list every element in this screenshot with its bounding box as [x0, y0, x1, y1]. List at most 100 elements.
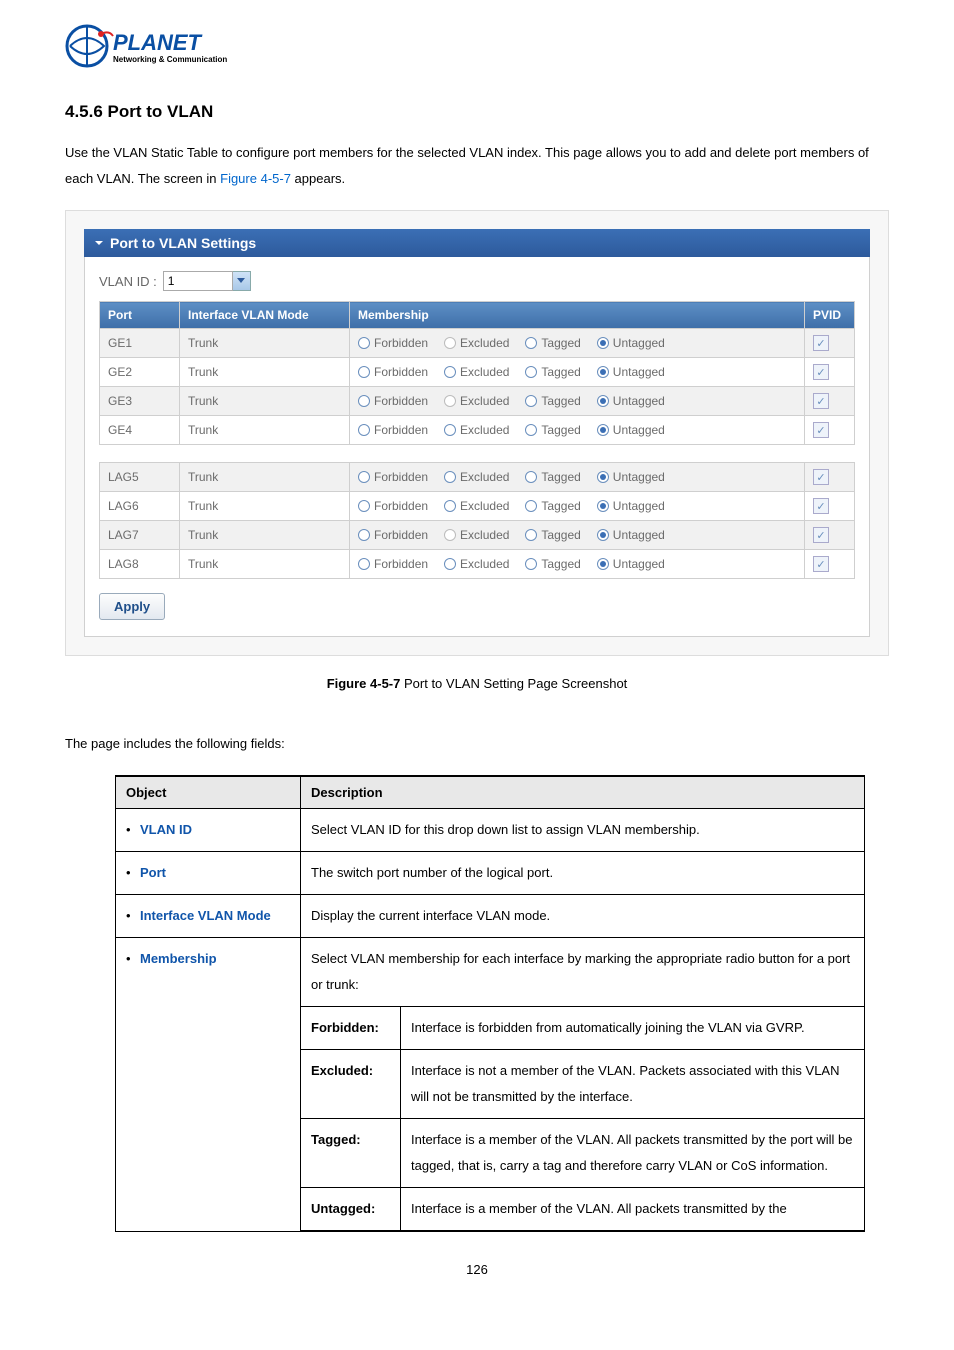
pvid-checkbox[interactable]: ✓: [813, 469, 829, 485]
membership-tagged-radio[interactable]: Tagged: [525, 423, 580, 437]
pvid-checkbox[interactable]: ✓: [813, 393, 829, 409]
membership-excluded-radio[interactable]: Excluded: [444, 470, 509, 484]
cell-membership: Forbidden Excluded Tagged Untagged: [350, 492, 805, 521]
membership-tagged-radio[interactable]: Tagged: [525, 394, 580, 408]
membership-forbidden-radio[interactable]: Forbidden: [358, 528, 428, 542]
membership-sub-desc: Interface is not a member of the VLAN. P…: [401, 1050, 865, 1119]
cell-mode: Trunk: [180, 550, 350, 579]
membership-excluded-radio[interactable]: Excluded: [444, 557, 509, 571]
membership-untagged-radio[interactable]: Untagged: [597, 336, 665, 350]
cell-membership: Forbidden Excluded Tagged Untagged: [350, 358, 805, 387]
desc-intro: The page includes the following fields:: [65, 731, 889, 757]
membership-forbidden-radio[interactable]: Forbidden: [358, 336, 428, 350]
page-number: 126: [65, 1262, 889, 1277]
membership-excluded-radio[interactable]: Excluded: [444, 365, 509, 379]
membership-untagged-radio[interactable]: Untagged: [597, 557, 665, 571]
membership-forbidden-radio[interactable]: Forbidden: [358, 499, 428, 513]
membership-excluded-radio[interactable]: Excluded: [444, 499, 509, 513]
caret-down-icon: [94, 238, 104, 248]
panel-header: Port to VLAN Settings: [84, 229, 870, 257]
pvid-checkbox[interactable]: ✓: [813, 498, 829, 514]
pvid-checkbox[interactable]: ✓: [813, 364, 829, 380]
desc-object: •Interface VLAN Mode: [116, 895, 301, 938]
screenshot-frame: Port to VLAN Settings VLAN ID : Port Int…: [65, 210, 889, 656]
desc-col-object: Object: [116, 776, 301, 809]
membership-tagged-radio[interactable]: Tagged: [525, 336, 580, 350]
cell-mode: Trunk: [180, 521, 350, 550]
cell-membership: Forbidden Excluded Tagged Untagged: [350, 387, 805, 416]
membership-forbidden-radio[interactable]: Forbidden: [358, 394, 428, 408]
pvid-checkbox[interactable]: ✓: [813, 556, 829, 572]
membership-excluded-radio[interactable]: Excluded: [444, 336, 509, 350]
cell-membership: Forbidden Excluded Tagged Untagged: [350, 550, 805, 579]
membership-tagged-radio[interactable]: Tagged: [525, 470, 580, 484]
cell-port: LAG6: [100, 492, 180, 521]
pvid-checkbox[interactable]: ✓: [813, 527, 829, 543]
ports-table: Port Interface VLAN Mode Membership PVID…: [99, 301, 855, 579]
membership-sub-label: Tagged:: [301, 1119, 401, 1188]
cell-port: GE4: [100, 416, 180, 445]
cell-port: LAG5: [100, 463, 180, 492]
col-membership: Membership: [350, 302, 805, 329]
cell-mode: Trunk: [180, 463, 350, 492]
cell-membership: Forbidden Excluded Tagged Untagged: [350, 329, 805, 358]
figure-caption: Figure 4-5-7 Port to VLAN Setting Page S…: [65, 676, 889, 691]
table-row: LAG7 Trunk ForbiddenExcludedTaggedUntagg…: [100, 521, 855, 550]
table-row: LAG8 Trunk ForbiddenExcludedTaggedUntagg…: [100, 550, 855, 579]
desc-text: Select VLAN membership for each interfac…: [301, 938, 865, 1007]
cell-mode: Trunk: [180, 416, 350, 445]
cell-pvid: ✓: [805, 550, 855, 579]
membership-tagged-radio[interactable]: Tagged: [525, 499, 580, 513]
membership-untagged-radio[interactable]: Untagged: [597, 394, 665, 408]
membership-excluded-radio[interactable]: Excluded: [444, 423, 509, 437]
desc-text: The switch port number of the logical po…: [301, 852, 865, 895]
membership-untagged-radio[interactable]: Untagged: [597, 365, 665, 379]
membership-tagged-radio[interactable]: Tagged: [525, 557, 580, 571]
cell-mode: Trunk: [180, 492, 350, 521]
membership-forbidden-radio[interactable]: Forbidden: [358, 470, 428, 484]
membership-excluded-radio[interactable]: Excluded: [444, 394, 509, 408]
membership-untagged-radio[interactable]: Untagged: [597, 470, 665, 484]
vlan-id-dropdown[interactable]: [233, 271, 251, 291]
cell-port: GE2: [100, 358, 180, 387]
intro-paragraph: Use the VLAN Static Table to configure p…: [65, 140, 889, 192]
cell-membership: Forbidden Excluded Tagged Untagged: [350, 416, 805, 445]
membership-sub-label: Excluded:: [301, 1050, 401, 1119]
cell-membership: Forbidden Excluded Tagged Untagged: [350, 463, 805, 492]
pvid-checkbox[interactable]: ✓: [813, 422, 829, 438]
table-row: GE4 Trunk Forbidden Excluded Tagged Untagge…: [100, 416, 855, 445]
membership-untagged-radio[interactable]: Untagged: [597, 499, 665, 513]
logo-tagline: Networking & Communication: [113, 55, 227, 64]
logo-brand-text: PLANET: [113, 30, 203, 55]
brand-logo: PLANET Networking & Communication: [65, 20, 889, 72]
membership-forbidden-radio[interactable]: Forbidden: [358, 423, 428, 437]
pvid-checkbox[interactable]: ✓: [813, 335, 829, 351]
membership-untagged-radio[interactable]: Untagged: [597, 423, 665, 437]
desc-text: Display the current interface VLAN mode.: [301, 895, 865, 938]
cell-pvid: ✓: [805, 492, 855, 521]
cell-port: GE1: [100, 329, 180, 358]
membership-excluded-radio[interactable]: Excluded: [444, 528, 509, 542]
apply-button[interactable]: Apply: [99, 593, 165, 620]
membership-forbidden-radio[interactable]: Forbidden: [358, 365, 428, 379]
membership-tagged-radio[interactable]: Tagged: [525, 528, 580, 542]
cell-pvid: ✓: [805, 463, 855, 492]
col-pvid: PVID: [805, 302, 855, 329]
cell-membership: Forbidden Excluded Tagged Untagged: [350, 521, 805, 550]
table-row: GE3 Trunk ForbiddenExcludedTaggedUntagge…: [100, 387, 855, 416]
vlan-id-input[interactable]: [163, 271, 233, 291]
membership-tagged-radio[interactable]: Tagged: [525, 365, 580, 379]
membership-untagged-radio[interactable]: Untagged: [597, 528, 665, 542]
section-heading: 4.5.6 Port to VLAN: [65, 102, 889, 122]
desc-col-description: Description: [301, 776, 865, 809]
figure-link: Figure 4-5-7: [220, 171, 291, 186]
membership-forbidden-radio[interactable]: Forbidden: [358, 557, 428, 571]
cell-mode: Trunk: [180, 329, 350, 358]
membership-sub-desc: Interface is forbidden from automaticall…: [401, 1007, 865, 1050]
col-port: Port: [100, 302, 180, 329]
table-row: LAG6 Trunk Forbidden Excluded Tagged Untagg…: [100, 492, 855, 521]
cell-mode: Trunk: [180, 358, 350, 387]
membership-sub-desc: Interface is a member of the VLAN. All p…: [401, 1119, 865, 1188]
desc-text: Select VLAN ID for this drop down list t…: [301, 809, 865, 852]
desc-object: •VLAN ID: [116, 809, 301, 852]
